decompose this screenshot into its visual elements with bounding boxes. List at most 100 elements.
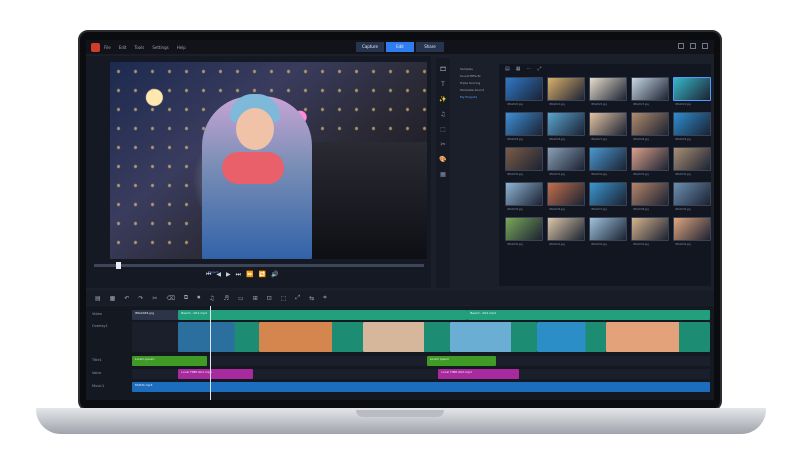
thumbnail-image[interactable]: [505, 147, 543, 171]
timeline-tool-icon[interactable]: ♫: [209, 295, 214, 302]
timeline-tool-icon[interactable]: ⌫: [166, 295, 174, 302]
thumbnail-image[interactable]: [673, 182, 711, 206]
library-thumbnail[interactable]: IMG2030.jpg: [505, 147, 543, 176]
library-category-item[interactable]: Triple Scoring: [460, 81, 498, 85]
thumbnail-image[interactable]: [673, 112, 711, 136]
timeline-tool-icon[interactable]: ⏺: [197, 294, 200, 302]
timeline-tool-icon[interactable]: ↷: [138, 295, 143, 302]
scrubber-handle[interactable]: [116, 262, 121, 269]
timeline-tool-icon[interactable]: ⌗: [323, 294, 326, 302]
timeline-tool-icon[interactable]: ⇆: [309, 295, 314, 302]
library-thumbnail[interactable]: IMG2023.jpg: [631, 77, 669, 106]
library-tool-icon[interactable]: T: [441, 81, 445, 88]
thumbnail-image[interactable]: [547, 77, 585, 101]
transport-button-icon[interactable]: ⏭: [236, 271, 241, 279]
library-thumbnail[interactable]: IMG2021.jpg: [547, 77, 585, 106]
view-option-icon[interactable]: ⋯: [526, 66, 531, 72]
thumbnail-image[interactable]: [673, 147, 711, 171]
timeline-clip[interactable]: [536, 322, 606, 352]
timeline-tool-icon[interactable]: ♬: [224, 295, 229, 302]
thumbnail-image[interactable]: [673, 217, 711, 241]
library-thumbnail[interactable]: IMG2031.jpg: [547, 147, 585, 176]
thumbnail-image[interactable]: [631, 147, 669, 171]
thumbnail-image[interactable]: [673, 77, 711, 101]
thumbnail-image[interactable]: [589, 182, 627, 206]
minimize-icon[interactable]: [678, 43, 684, 49]
menu-settings[interactable]: Settings: [152, 45, 168, 50]
track-lane[interactable]: MUSIC.mp3: [132, 382, 710, 392]
thumbnail-image[interactable]: [505, 217, 543, 241]
timeline-tool-icon[interactable]: ⊞: [253, 295, 258, 302]
timeline-clip[interactable]: [178, 322, 260, 352]
library-thumbnail[interactable]: IMG2027.jpg: [589, 112, 627, 141]
view-option-icon[interactable]: ▤: [505, 66, 510, 72]
library-thumbnail[interactable]: IMG2040.jpg: [505, 217, 543, 246]
library-thumbnail[interactable]: IMG2034.jpg: [673, 147, 711, 176]
transport-button-icon[interactable]: 🔁: [259, 271, 266, 279]
library-thumbnail[interactable]: IMG2025.jpg: [505, 112, 543, 141]
preview-video[interactable]: [110, 62, 427, 259]
thumbnail-image[interactable]: [589, 112, 627, 136]
thumbnail-image[interactable]: [589, 77, 627, 101]
library-tool-icon[interactable]: ✨: [439, 96, 446, 103]
library-thumbnail[interactable]: IMG2026.jpg: [547, 112, 585, 141]
library-tool-icon[interactable]: ✂: [440, 141, 445, 148]
library-thumbnail[interactable]: IMG2038.jpg: [631, 182, 669, 211]
track-lane[interactable]: IMG2045.jpg Beach - 001.mp4 Beach - 002.mp…: [132, 310, 710, 320]
timeline-tool-icon[interactable]: ▦: [110, 295, 116, 302]
library-category-item[interactable]: My Projects: [460, 95, 498, 99]
library-thumbnail[interactable]: IMG2042.jpg: [589, 217, 627, 246]
timeline-clip[interactable]: [449, 322, 537, 352]
library-thumbnail[interactable]: IMG2041.jpg: [547, 217, 585, 246]
library-thumbnail[interactable]: IMG2032.jpg: [589, 147, 627, 176]
timeline-clip[interactable]: Local TIME-002.mp3: [438, 369, 520, 379]
close-icon[interactable]: [702, 43, 708, 49]
track-header[interactable]: Overlay1: [86, 324, 130, 328]
menu-tools[interactable]: Tools: [134, 45, 144, 50]
timeline-clip[interactable]: Local TIME-001.mp3: [178, 369, 254, 379]
timeline-tool-icon[interactable]: ▭: [238, 295, 244, 302]
library-thumbnail[interactable]: IMG2020.jpg: [505, 77, 543, 106]
thumbnail-image[interactable]: [631, 77, 669, 101]
view-option-icon[interactable]: ⤢: [537, 66, 541, 72]
library-thumbnail[interactable]: IMG2033.jpg: [631, 147, 669, 176]
track-header[interactable]: Title1: [86, 358, 130, 362]
timeline-clip[interactable]: [259, 322, 364, 352]
timeline-clip[interactable]: Lorem ipsum: [426, 356, 497, 366]
playhead[interactable]: [210, 306, 211, 400]
timeline-tool-icon[interactable]: ⧉: [184, 294, 188, 302]
thumbnail-image[interactable]: [547, 217, 585, 241]
timeline-tool-icon[interactable]: ⤢: [295, 294, 300, 302]
transport-button-icon[interactable]: ⏮: [206, 271, 211, 279]
library-thumbnail[interactable]: IMG2037.jpg: [589, 182, 627, 211]
tab-edit[interactable]: Edit: [386, 42, 414, 52]
library-thumbnail[interactable]: IMG2029.jpg: [673, 112, 711, 141]
library-tool-icon[interactable]: ⬚: [440, 126, 446, 133]
transport-button-icon[interactable]: ⏩: [246, 271, 253, 279]
thumbnail-image[interactable]: [631, 112, 669, 136]
menu-file[interactable]: File: [104, 45, 111, 50]
timeline-tool-icon[interactable]: ↶: [124, 295, 129, 302]
preview-scrubber[interactable]: [94, 262, 424, 269]
thumbnail-image[interactable]: [589, 217, 627, 241]
timeline-tool-icon[interactable]: ⬚: [281, 295, 287, 302]
timeline-tool-icon[interactable]: ▤: [95, 295, 101, 302]
library-tool-icon[interactable]: 🎨: [439, 156, 446, 163]
thumbnail-image[interactable]: [631, 217, 669, 241]
thumbnail-image[interactable]: [631, 182, 669, 206]
transport-button-icon[interactable]: ▶: [226, 271, 231, 279]
library-thumbnail[interactable]: IMG2022.jpg: [589, 77, 627, 106]
library-thumbnail[interactable]: IMG2035.jpg: [505, 182, 543, 211]
library-thumbnail[interactable]: IMG2044.jpg: [673, 217, 711, 246]
menu-edit[interactable]: Edit: [119, 45, 127, 50]
library-tool-icon[interactable]: ▦: [440, 171, 446, 178]
library-tool-icon[interactable]: 🎞: [439, 66, 447, 73]
timeline-clip[interactable]: MUSIC.mp3: [132, 382, 710, 392]
thumbnail-image[interactable]: [547, 182, 585, 206]
library-thumbnail[interactable]: IMG2028.jpg: [631, 112, 669, 141]
thumbnail-image[interactable]: [547, 112, 585, 136]
thumbnail-image[interactable]: [589, 147, 627, 171]
library-thumbnail[interactable]: IMG2043.jpg: [631, 217, 669, 246]
library-thumbnail[interactable]: IMG2039.jpg: [673, 182, 711, 211]
timeline-clip[interactable]: Lorem ipsum: [132, 356, 208, 366]
